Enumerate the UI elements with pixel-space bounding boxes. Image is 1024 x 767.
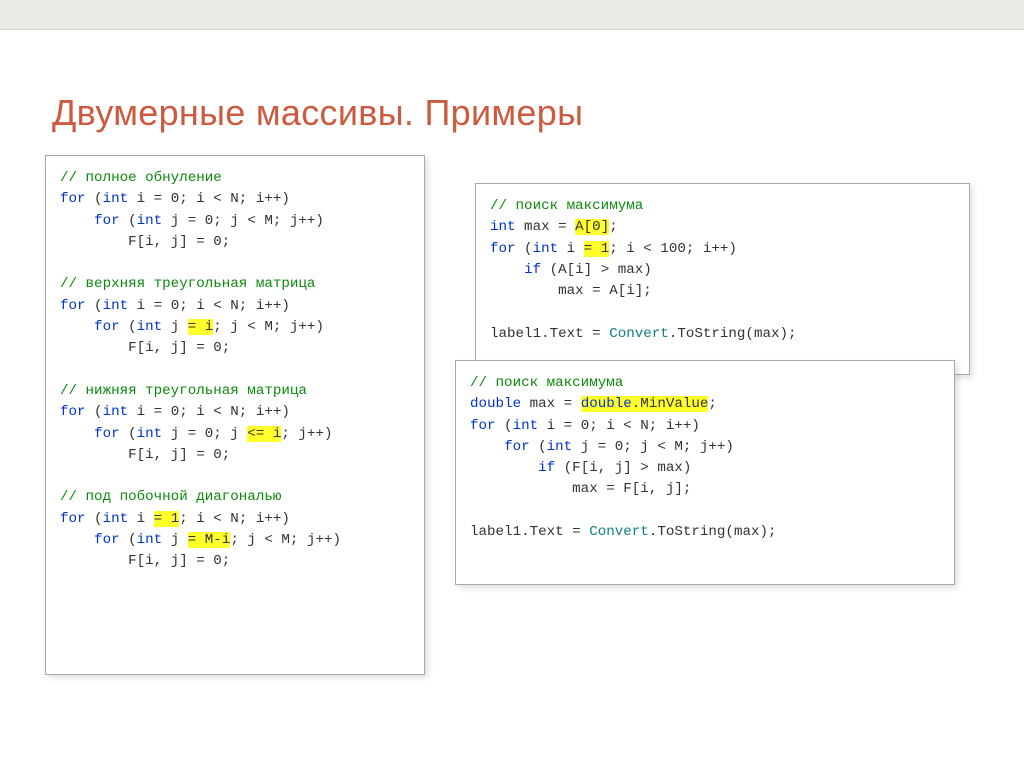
page-title: Двумерные массивы. Примеры [52,92,583,134]
code-box-bottom-right: // поиск максимума double max = double.M… [455,360,955,585]
code-box-left: // полное обнуление for (int i = 0; i < … [45,155,425,675]
header-bar [0,0,1024,30]
code-top-right: // поиск максимума int max = A[0]; for (… [490,196,957,345]
content-area: // полное обнуление for (int i = 0; i < … [45,155,985,720]
code-box-top-right: // поиск максимума int max = A[0]; for (… [475,183,970,375]
code-bottom-right: // поиск максимума double max = double.M… [470,373,942,543]
code-left: // полное обнуление for (int i = 0; i < … [60,168,412,573]
